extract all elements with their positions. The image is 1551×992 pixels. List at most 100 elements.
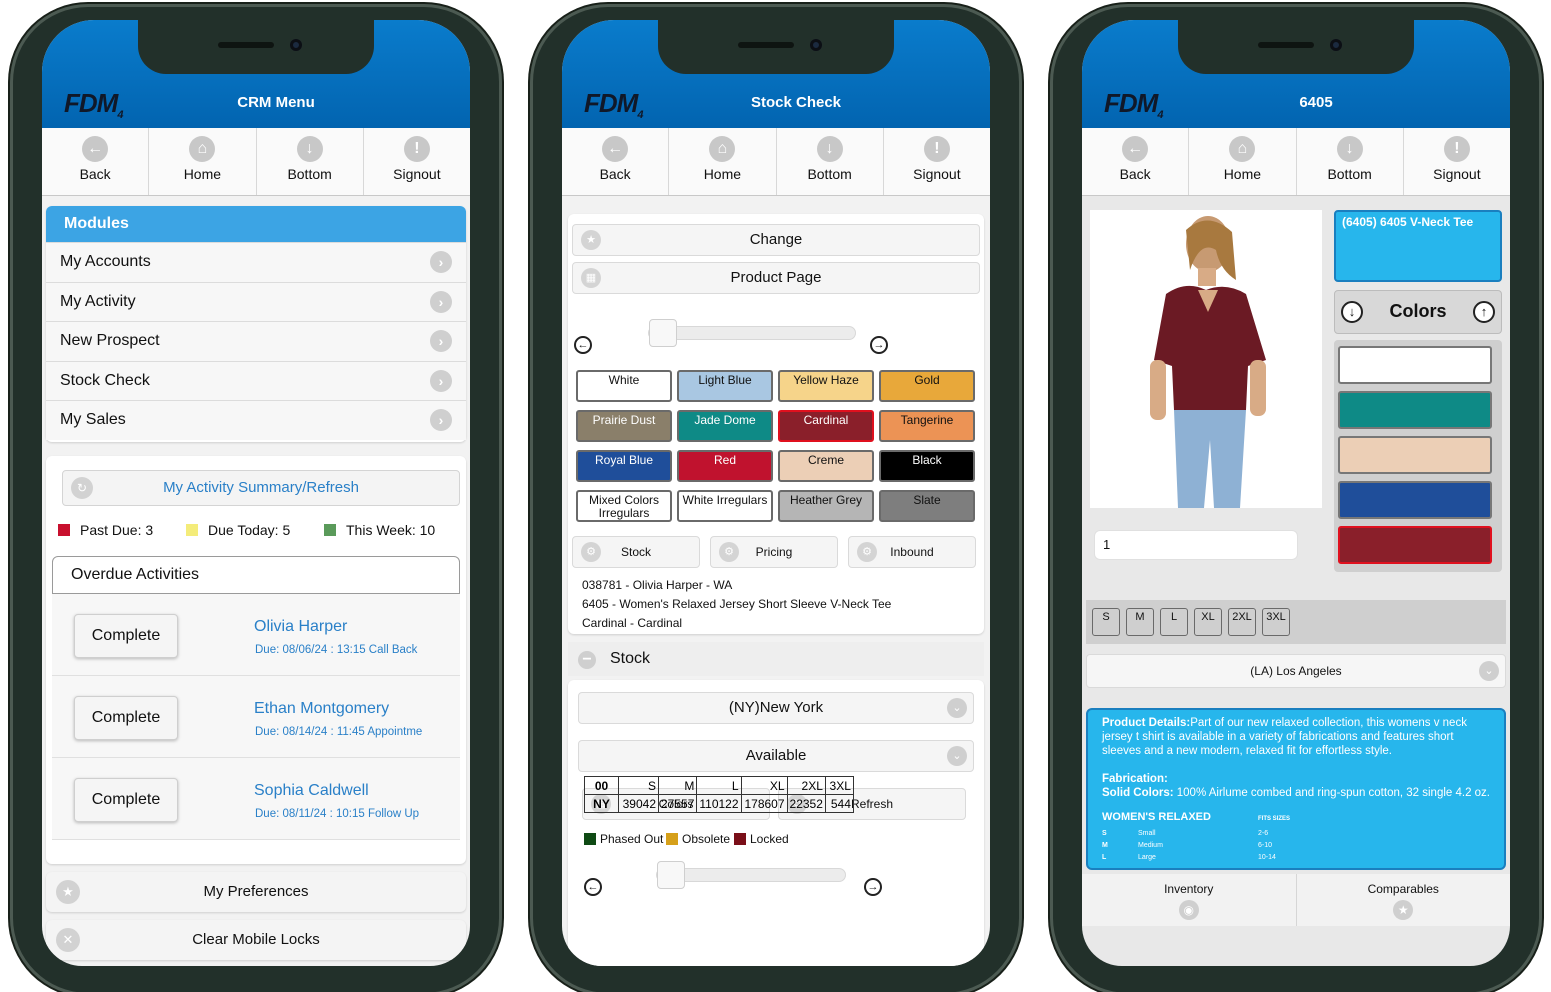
module-my-accounts[interactable]: My Accounts ›: [46, 242, 466, 282]
color-swatch[interactable]: [1338, 481, 1492, 519]
color-chip[interactable]: Light Blue: [677, 370, 773, 402]
nav-bar: ← Back ⌂ Home ↓ Bottom ! Signout: [1082, 128, 1510, 196]
change-button[interactable]: ★ Change: [572, 224, 980, 256]
page-title: Stock Check: [750, 94, 842, 111]
size-button[interactable]: XL: [1194, 608, 1222, 636]
home-icon: ⌂: [709, 136, 736, 162]
back-button[interactable]: ← Back: [42, 128, 150, 195]
color-chip[interactable]: Gold: [879, 370, 975, 402]
back-button[interactable]: ← Back: [1082, 128, 1190, 195]
inventory-tab[interactable]: Inventory ◉: [1082, 874, 1297, 926]
size-chart-row: L Large 10-14: [1102, 854, 1276, 861]
bottom-button[interactable]: ↓ Bottom: [777, 128, 884, 195]
stock-section-header[interactable]: − Stock: [568, 642, 984, 676]
pricing-tab[interactable]: ⚙ Pricing: [710, 536, 838, 568]
availability-select[interactable]: Available ⌄: [578, 740, 974, 772]
complete-button[interactable]: Complete: [74, 614, 178, 658]
product-image: [1090, 210, 1322, 508]
color-chip[interactable]: Yellow Haze: [778, 370, 874, 402]
comparables-tab[interactable]: Comparables ★: [1297, 874, 1511, 926]
activity-row: Complete Ethan Montgomery Due: 08/14/24 …: [52, 676, 460, 758]
activity-contact[interactable]: Olivia Harper: [254, 618, 347, 636]
bottom-button[interactable]: ↓ Bottom: [1297, 128, 1404, 195]
signout-button[interactable]: ! Signout: [884, 128, 990, 195]
clear-mobile-locks-button[interactable]: ✕ Clear Mobile Locks: [46, 920, 466, 960]
module-my-activity[interactable]: My Activity ›: [46, 281, 466, 321]
color-chip[interactable]: Royal Blue: [576, 450, 672, 482]
color-chip[interactable]: Red: [677, 450, 773, 482]
signout-button[interactable]: ! Signout: [364, 128, 470, 195]
size-chart: WOMEN'S RELAXED FITS SIZES S Small 2-6 M Me…: [1102, 810, 1490, 866]
activity-contact[interactable]: Ethan Montgomery: [254, 700, 389, 718]
product-page-button[interactable]: ▦ Product Page: [572, 262, 980, 294]
table-cell: 22352: [786, 794, 826, 813]
color-chip[interactable]: White: [576, 370, 672, 402]
color-chip[interactable]: Cardinal: [778, 410, 874, 442]
color-swatch[interactable]: [1338, 526, 1492, 564]
color-chip[interactable]: Jade Dome: [677, 410, 773, 442]
stock-tab[interactable]: ⚙ Stock: [572, 536, 700, 568]
scroll-up-icon[interactable]: ↑: [1473, 301, 1495, 323]
home-button[interactable]: ⌂ Home: [149, 128, 257, 195]
legend-obsolete: Obsolete: [666, 832, 730, 846]
inbound-tab[interactable]: ⚙ Inbound: [848, 536, 976, 568]
activity-contact[interactable]: Sophia Caldwell: [254, 782, 369, 800]
color-info: Cardinal - Cardinal: [582, 616, 683, 630]
color-chip[interactable]: White Irregulars: [677, 490, 773, 522]
table-cell: 2XL: [786, 776, 826, 795]
color-chip[interactable]: Black: [879, 450, 975, 482]
module-my-sales[interactable]: My Sales ›: [46, 400, 466, 440]
slider-handle[interactable]: [649, 319, 677, 347]
size-slider[interactable]: [656, 861, 846, 889]
complete-button[interactable]: Complete: [74, 778, 178, 822]
scroll-down-icon[interactable]: ↓: [1341, 301, 1363, 323]
color-chip[interactable]: Prairie Dust: [576, 410, 672, 442]
back-button[interactable]: ← Back: [562, 128, 670, 195]
size-button[interactable]: 3XL: [1262, 608, 1290, 636]
table-cell: 178607: [740, 794, 788, 813]
color-chip[interactable]: Slate: [879, 490, 975, 522]
activity-due: Due: 08/06/24 : 13:15 Call Back: [255, 644, 418, 656]
color-chip[interactable]: Creme: [778, 450, 874, 482]
my-preferences-button[interactable]: ★ My Preferences: [46, 872, 466, 912]
color-slider[interactable]: [648, 319, 856, 347]
gear-icon: ⚙: [581, 542, 601, 562]
notch: [138, 20, 374, 74]
notch: [658, 20, 894, 74]
activity-summary-refresh-button[interactable]: ↻ My Activity Summary/Refresh: [62, 470, 460, 506]
size-chart-title: WOMEN'S RELAXED: [1102, 811, 1211, 823]
star-icon: ★: [1393, 900, 1414, 920]
customer-info: 038781 - Olivia Harper - WA: [582, 578, 733, 592]
color-chip[interactable]: Heather Grey: [778, 490, 874, 522]
bottom-button[interactable]: ↓ Bottom: [257, 128, 364, 195]
scroll-right-icon[interactable]: →: [864, 878, 882, 896]
size-button[interactable]: S: [1092, 608, 1120, 636]
size-button[interactable]: L: [1160, 608, 1188, 636]
size-button[interactable]: 2XL: [1228, 608, 1256, 636]
color-swatch[interactable]: [1338, 346, 1492, 384]
scroll-left-icon[interactable]: ←: [584, 878, 602, 896]
legend-this-week: This Week: 10: [324, 522, 435, 538]
home-button[interactable]: ⌂ Home: [1189, 128, 1297, 195]
complete-button[interactable]: Complete: [74, 696, 178, 740]
slider-handle[interactable]: [657, 861, 685, 889]
location-select[interactable]: (NY)New York ⌄: [578, 692, 974, 724]
home-button[interactable]: ⌂ Home: [669, 128, 777, 195]
color-chip[interactable]: Tangerine: [879, 410, 975, 442]
color-chip[interactable]: Mixed Colors Irregulars: [576, 490, 672, 522]
scroll-left-icon[interactable]: ←: [574, 336, 592, 354]
module-new-prospect[interactable]: New Prospect ›: [46, 321, 466, 361]
close-icon: ✕: [56, 928, 80, 952]
signout-button[interactable]: ! Signout: [1404, 128, 1510, 195]
details-text: Product Details:Part of our new relaxed …: [1102, 717, 1467, 757]
module-stock-check[interactable]: Stock Check ›: [46, 360, 466, 400]
quantity-input[interactable]: 1: [1094, 530, 1298, 560]
solid-colors-text: Solid Colors: 100% Airlume combed and ri…: [1102, 787, 1491, 799]
scroll-right-icon[interactable]: →: [870, 336, 888, 354]
size-chart-subtitle: FITS SIZES: [1258, 816, 1291, 822]
color-swatch[interactable]: [1338, 391, 1492, 429]
grid-icon: ▦: [581, 268, 601, 288]
color-swatch[interactable]: [1338, 436, 1492, 474]
size-button[interactable]: M: [1126, 608, 1154, 636]
location-select[interactable]: (LA) Los Angeles ⌄: [1086, 654, 1506, 688]
